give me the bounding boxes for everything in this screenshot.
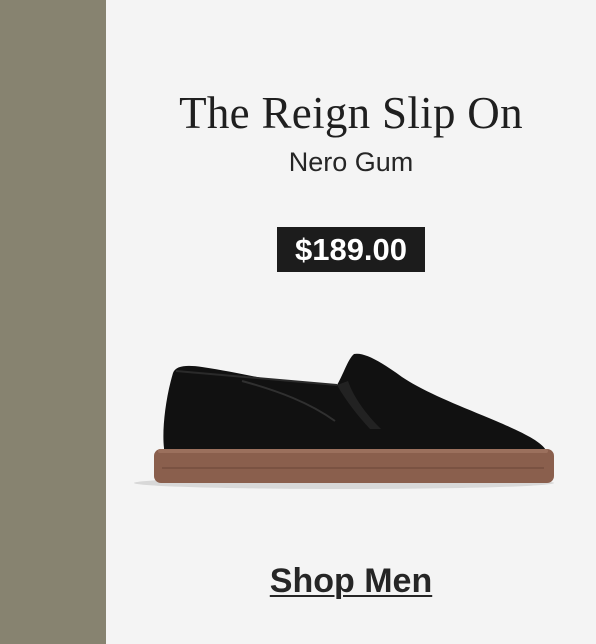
product-panel: The Reign Slip On Nero Gum $189.00 Shop … bbox=[106, 0, 596, 644]
product-title: The Reign Slip On bbox=[179, 88, 523, 138]
price-badge: $189.00 bbox=[277, 227, 425, 272]
product-image[interactable] bbox=[134, 345, 554, 495]
promo-banner: The Reign Slip On Nero Gum $189.00 Shop … bbox=[0, 0, 596, 644]
side-color-band bbox=[0, 0, 106, 644]
shoe-sole-top-edge bbox=[158, 449, 548, 453]
shoe-gum-sole bbox=[154, 449, 554, 483]
product-colorway: Nero Gum bbox=[288, 147, 414, 177]
shop-men-link[interactable]: Shop Men bbox=[106, 558, 596, 604]
